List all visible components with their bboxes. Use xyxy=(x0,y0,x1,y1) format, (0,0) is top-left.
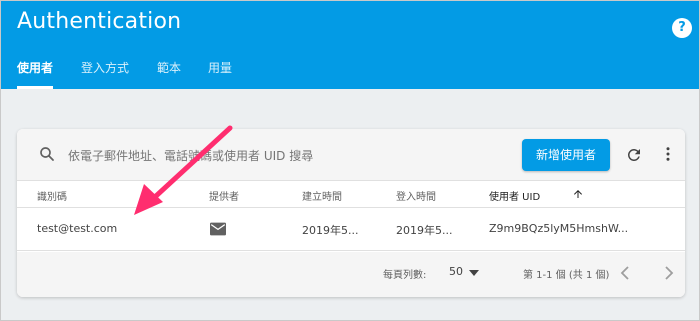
cell-signed-in: 2019年5... xyxy=(396,224,453,237)
tab-usage[interactable]: 用量 xyxy=(208,59,232,76)
refresh-icon[interactable] xyxy=(625,146,643,164)
page-title: Authentication xyxy=(17,9,182,34)
chevron-right-icon[interactable] xyxy=(663,266,675,280)
add-user-button[interactable]: 新增使用者 xyxy=(522,139,610,171)
pagination-bar: 每頁列數: 50 第 1-1 個 (共 1 個) xyxy=(17,252,685,297)
pagination-range: 第 1-1 個 (共 1 個) xyxy=(523,270,610,281)
more-vert-icon[interactable] xyxy=(659,145,677,163)
table-row[interactable]: test@test.com 2019年5... 2019年5... Z9m9BQ… xyxy=(17,209,685,251)
column-header-identifier[interactable]: 識別碼 xyxy=(37,188,67,203)
search-icon[interactable] xyxy=(38,145,56,163)
arrow-drop-down-icon[interactable] xyxy=(469,270,479,276)
column-header-created[interactable]: 建立時間 xyxy=(302,188,342,203)
app-frame: Authentication ? 使用者 登入方式 範本 用量 依電子郵件地址、… xyxy=(0,0,700,321)
tab-sign-in-method[interactable]: 登入方式 xyxy=(81,59,129,76)
cell-created: 2019年5... xyxy=(302,224,359,237)
arrow-upward-icon[interactable] xyxy=(572,188,584,200)
rows-per-page-select[interactable]: 50 xyxy=(449,265,463,278)
users-toolbar: 依電子郵件地址、電話號碼或使用者 UID 搜尋 新增使用者 xyxy=(17,129,685,181)
tab-templates[interactable]: 範本 xyxy=(157,59,181,76)
rows-per-page-label: 每頁列數: xyxy=(383,270,427,281)
mail-icon xyxy=(210,222,226,236)
column-header-signed-in[interactable]: 登入時間 xyxy=(396,188,436,203)
table-header: 識別碼 提供者 建立時間 登入時間 使用者 UID xyxy=(17,181,685,208)
search-input[interactable]: 依電子郵件地址、電話號碼或使用者 UID 搜尋 xyxy=(68,147,313,164)
column-header-provider[interactable]: 提供者 xyxy=(209,188,239,203)
users-card: 依電子郵件地址、電話號碼或使用者 UID 搜尋 新增使用者 識別碼 提供者 建立… xyxy=(17,129,685,297)
app-header: Authentication ? 使用者 登入方式 範本 用量 xyxy=(1,1,699,89)
tab-users[interactable]: 使用者 xyxy=(17,59,53,76)
help-icon[interactable]: ? xyxy=(672,18,692,38)
cell-identifier: test@test.com xyxy=(37,222,118,235)
chevron-left-icon[interactable] xyxy=(619,266,631,280)
cell-user-uid: Z9m9BQz5lyM5HmshW... xyxy=(489,222,629,235)
active-tab-indicator xyxy=(17,86,53,89)
column-header-user-uid[interactable]: 使用者 UID xyxy=(489,188,540,203)
